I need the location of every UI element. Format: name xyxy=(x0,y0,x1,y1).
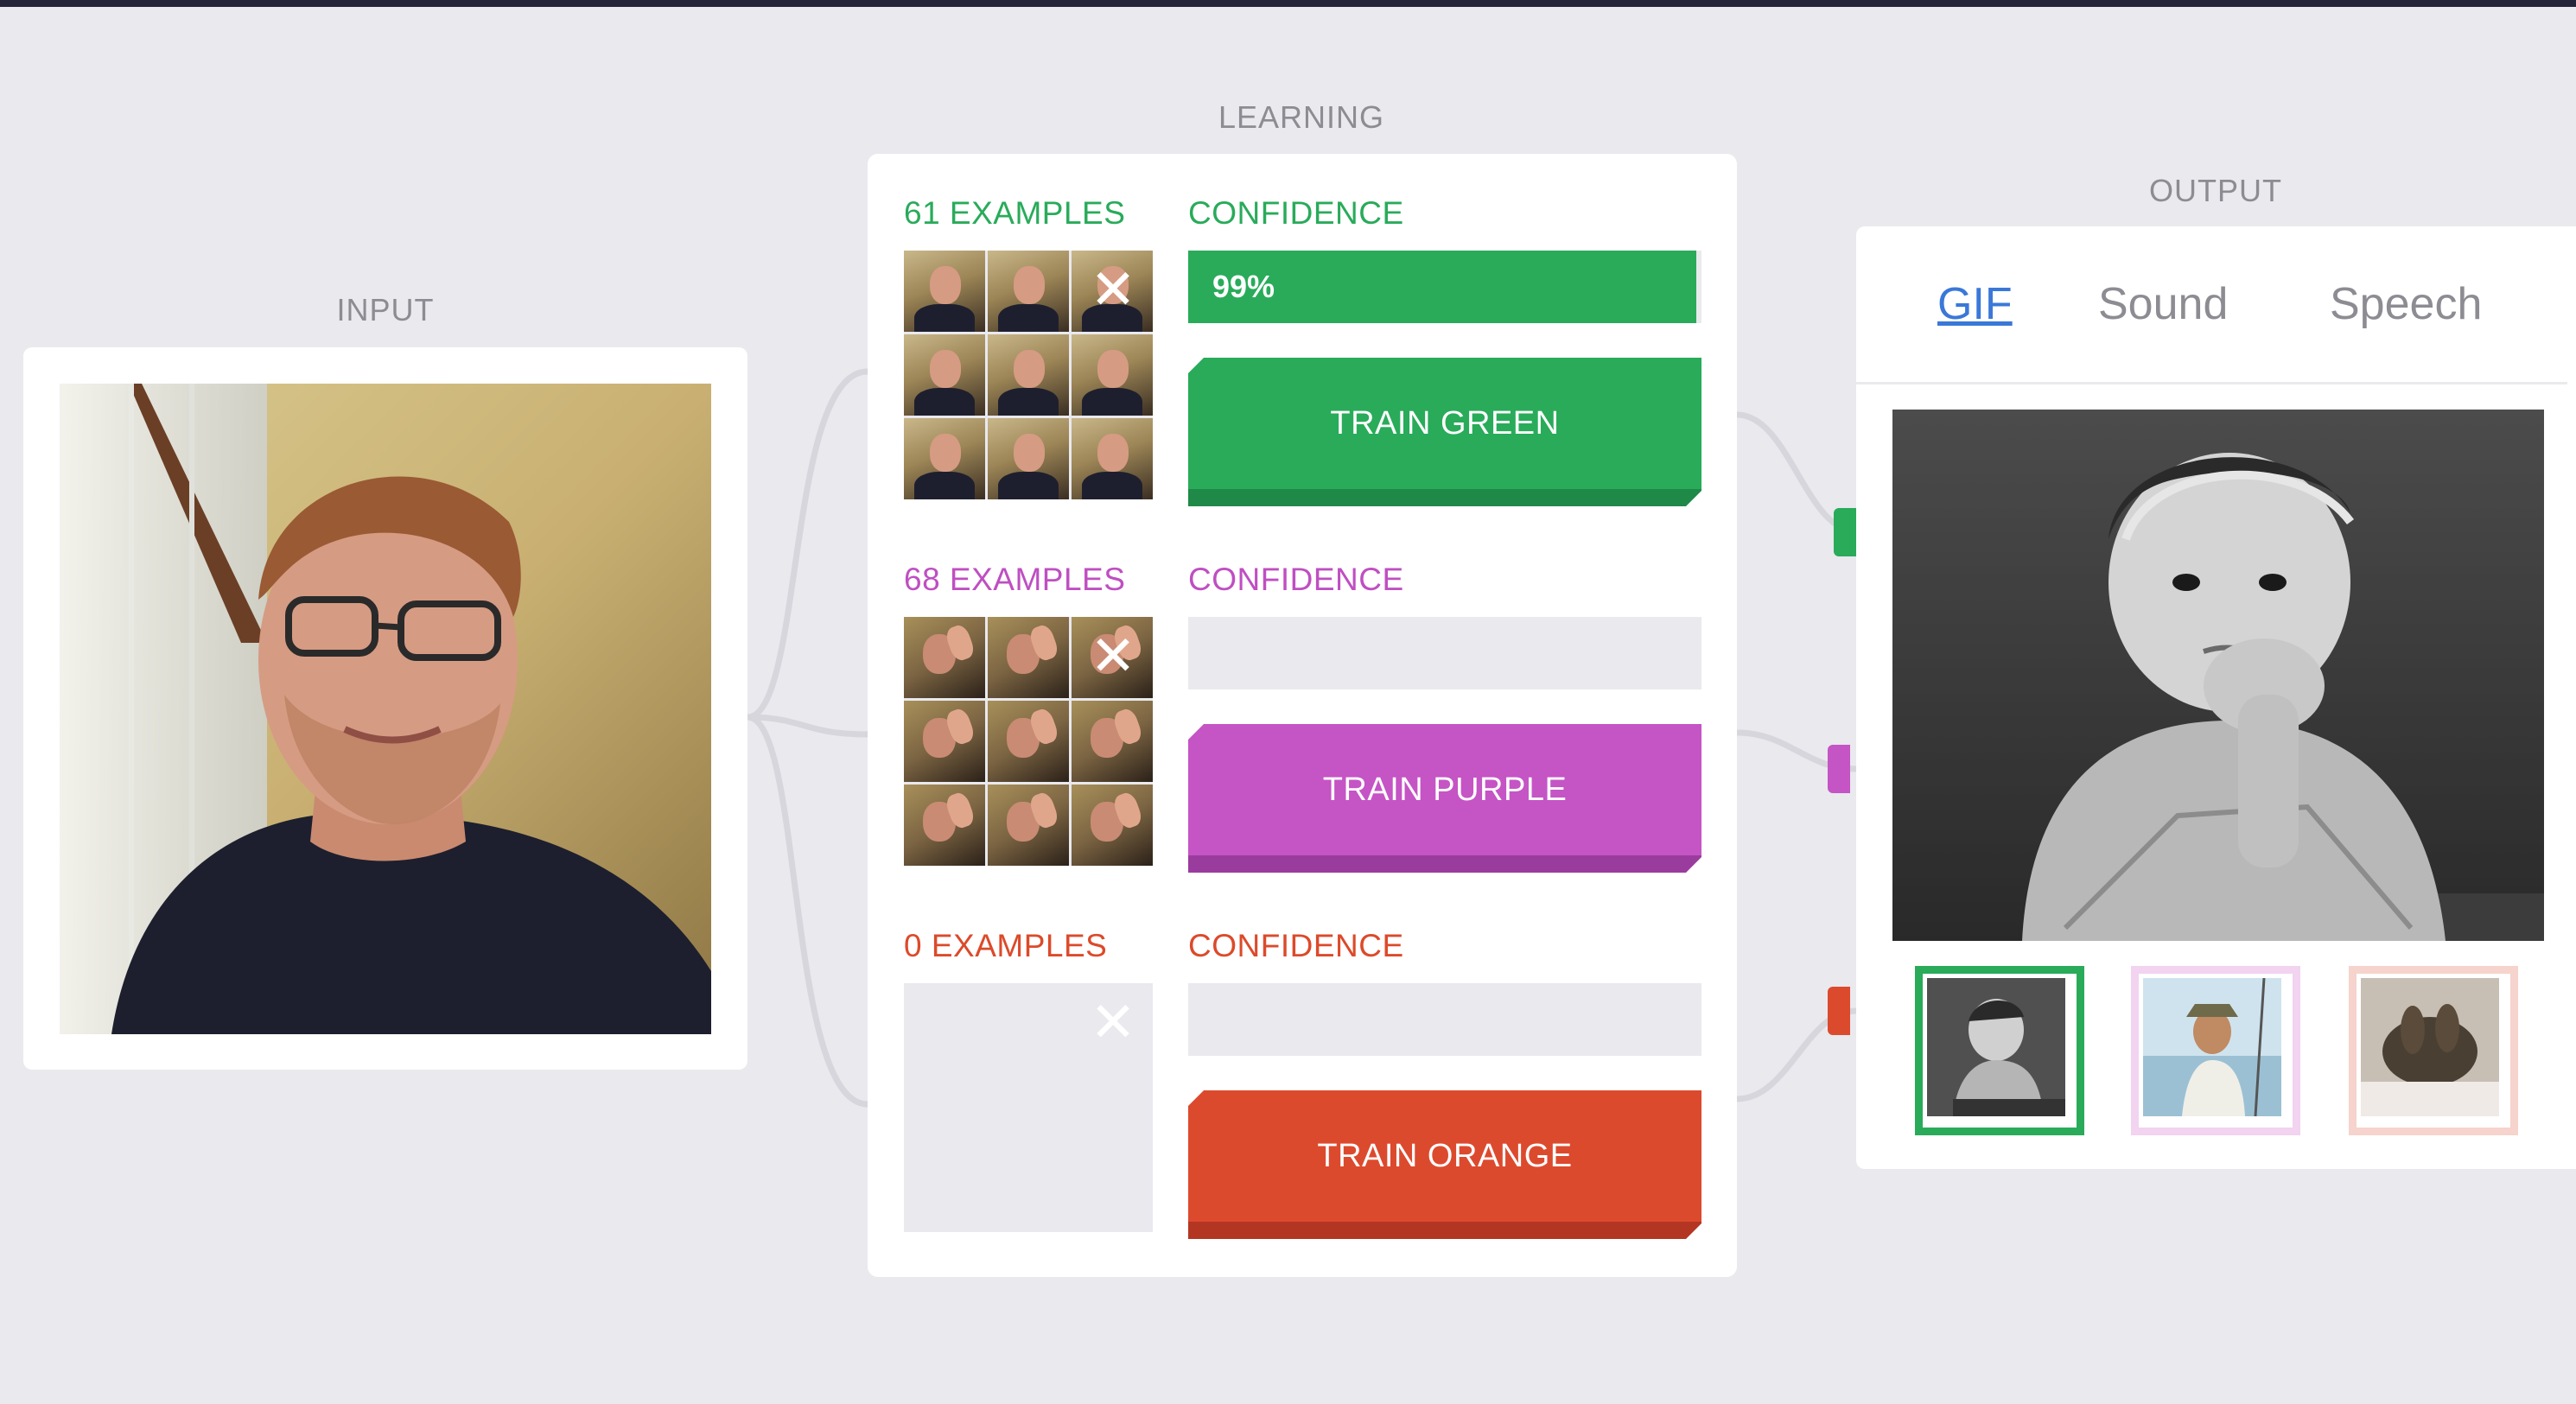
example-thumbnail xyxy=(988,617,1069,698)
example-thumbnail xyxy=(1072,701,1153,782)
class-row-orange: 0 EXAMPLES CONFIDENCE ✕ TRAIN ORANGE xyxy=(868,886,1737,1258)
examples-count-orange: 0 EXAMPLES xyxy=(904,928,1108,963)
learning-title: LEARNING xyxy=(1218,99,1385,135)
connector-purple xyxy=(1828,745,1850,793)
confidence-label-green: CONFIDENCE xyxy=(1188,195,1404,231)
input-title: INPUT xyxy=(336,292,435,327)
gif-thumb-1[interactable] xyxy=(1915,966,2084,1135)
tab-sound[interactable]: Sound xyxy=(2098,278,2228,330)
output-panel: GIF Sound Speech xyxy=(1856,226,2576,1169)
class-row-green: 61 EXAMPLES CONFIDENCE ✕ 99% TRAIN GREEN xyxy=(868,154,1737,525)
example-thumbnail xyxy=(904,785,985,866)
confidence-label-purple: CONFIDENCE xyxy=(1188,562,1404,597)
confidence-value-green: 99% xyxy=(1212,269,1275,304)
learning-panel: 61 EXAMPLES CONFIDENCE ✕ 99% TRAIN GREEN 68 E… xyxy=(868,154,1737,1277)
confidence-label-orange: CONFIDENCE xyxy=(1188,928,1404,963)
tab-gif[interactable]: GIF xyxy=(1937,278,2013,330)
confidence-bar-green: 99% xyxy=(1188,251,1701,323)
example-thumbnail xyxy=(904,701,985,782)
tab-speech[interactable]: Speech xyxy=(2330,278,2482,330)
close-icon[interactable]: ✕ xyxy=(1089,629,1137,684)
example-thumbnail xyxy=(988,701,1069,782)
example-thumbnail xyxy=(904,418,985,499)
example-thumbnail xyxy=(1072,785,1153,866)
tab-divider xyxy=(1856,382,2567,384)
example-thumbnail xyxy=(988,251,1069,332)
gif-thumb-3[interactable] xyxy=(2349,966,2518,1135)
class-row-purple: 68 EXAMPLES CONFIDENCE ✕ TRAIN PURPLE xyxy=(868,520,1737,892)
example-thumbnail xyxy=(904,617,985,698)
example-thumbnails-orange: ✕ xyxy=(904,983,1153,1232)
example-thumbnail xyxy=(904,251,985,332)
gif-thumb-2[interactable] xyxy=(2131,966,2300,1135)
example-thumbnail xyxy=(1072,334,1153,416)
gif-preview xyxy=(1892,410,2544,941)
confidence-bar-purple xyxy=(1188,617,1701,689)
examples-count-purple: 68 EXAMPLES xyxy=(904,562,1126,597)
output-title: OUTPUT xyxy=(2149,173,2282,208)
example-thumbnail xyxy=(904,334,985,416)
train-orange-button[interactable]: TRAIN ORANGE xyxy=(1188,1090,1701,1239)
close-icon[interactable]: ✕ xyxy=(1089,995,1137,1051)
example-thumbnails-green: ✕ xyxy=(904,251,1153,499)
webcam-feed xyxy=(60,384,711,1034)
train-green-button[interactable]: TRAIN GREEN xyxy=(1188,358,1701,506)
example-thumbnail xyxy=(988,785,1069,866)
connector-green xyxy=(1834,508,1856,556)
connector-orange xyxy=(1828,987,1850,1035)
example-thumbnail xyxy=(988,334,1069,416)
close-icon[interactable]: ✕ xyxy=(1089,263,1137,318)
example-thumbnails-purple: ✕ xyxy=(904,617,1153,866)
examples-count-green: 61 EXAMPLES xyxy=(904,195,1126,231)
train-purple-button[interactable]: TRAIN PURPLE xyxy=(1188,724,1701,873)
example-thumbnail xyxy=(1072,418,1153,499)
example-thumbnail xyxy=(988,418,1069,499)
input-panel xyxy=(23,347,747,1070)
confidence-bar-orange xyxy=(1188,983,1701,1056)
